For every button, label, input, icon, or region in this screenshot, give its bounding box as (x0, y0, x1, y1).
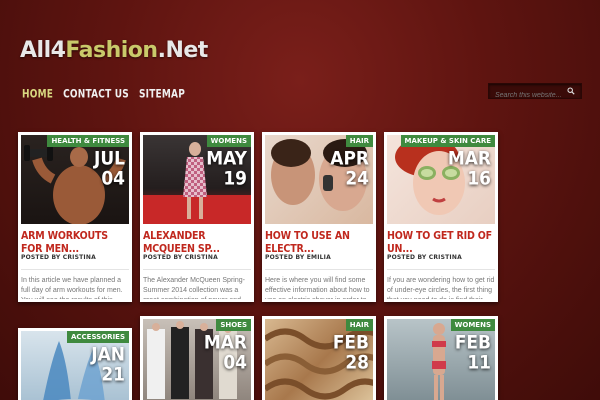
post-month: FEB (332, 332, 369, 354)
post-excerpt: The Alexander McQueen Spring-Summer 2014… (143, 269, 251, 299)
post-day: 21 (101, 364, 125, 386)
category-badge[interactable]: HAIR (345, 135, 373, 147)
post-title[interactable]: HOW TO USE AN ELECTR... (265, 230, 373, 255)
nav-item-sitemap[interactable]: SITEMAP (139, 89, 185, 102)
post-month: JUL (94, 148, 125, 170)
category-badge[interactable]: WOMENS (206, 135, 251, 147)
logo-text-part1: All4 (20, 38, 66, 63)
post-month: APR (330, 148, 369, 170)
post-day: 28 (345, 352, 369, 374)
post-title[interactable]: ALEXANDER MCQUEEN SP... (143, 230, 251, 255)
post-card[interactable]: WOMENS MAY 19 ALEXANDER MCQUEEN SP... PO… (140, 132, 254, 302)
main-nav: HOME CONTACT US SITEMAP (22, 89, 185, 102)
post-excerpt: Here is where you will find some effecti… (265, 269, 373, 299)
post-thumbnail[interactable]: HAIR FEB 28 (265, 319, 373, 400)
post-month: MAY (206, 148, 247, 170)
post-card[interactable]: ACCESSORIES JAN 21 (18, 328, 132, 400)
post-card[interactable]: MAKEUP & SKIN CARE MAR 16 HOW TO GET RID… (384, 132, 498, 302)
post-excerpt: If you are wondering how to get rid of u… (387, 269, 495, 299)
category-badge[interactable]: ACCESSORIES (66, 331, 129, 343)
category-badge[interactable]: HAIR (345, 319, 373, 331)
category-badge[interactable]: SHOES (216, 319, 251, 331)
nav-item-home[interactable]: HOME (22, 89, 53, 102)
post-thumbnail[interactable]: ACCESSORIES JAN 21 (21, 331, 129, 400)
post-month: JAN (91, 344, 125, 366)
logo-text-part2: Fashion (65, 38, 158, 63)
post-card[interactable]: HEALTH & FITNESS JUL 04 ARM WORKOUTS FOR… (18, 132, 132, 302)
post-thumbnail[interactable]: WOMENS MAY 19 (143, 135, 251, 224)
post-thumbnail[interactable]: HAIR APR 24 (265, 135, 373, 224)
search-input[interactable] (489, 88, 567, 103)
post-excerpt: In this article we have planned a full d… (21, 269, 129, 299)
post-day: 16 (467, 168, 491, 190)
site-logo[interactable]: All4Fashion.Net (20, 38, 208, 63)
logo-text-part3: .Net (157, 38, 209, 63)
post-month: MAR (447, 148, 491, 170)
post-card[interactable]: HAIR APR 24 HOW TO USE AN ELECTR... POST… (262, 132, 376, 302)
post-day: 11 (467, 352, 491, 374)
post-thumbnail[interactable]: HEALTH & FITNESS JUL 04 (21, 135, 129, 224)
post-title[interactable]: HOW TO GET RID OF UN... (387, 230, 495, 255)
post-month: FEB (454, 332, 491, 354)
post-title[interactable]: ARM WORKOUTS FOR MEN... (21, 230, 129, 255)
post-card[interactable]: WOMENS FEB 11 (384, 316, 498, 400)
post-month: MAR (203, 332, 247, 354)
post-thumbnail[interactable]: MAKEUP & SKIN CARE MAR 16 (387, 135, 495, 224)
post-card[interactable]: HAIR FEB 28 (262, 316, 376, 400)
search-icon[interactable] (567, 87, 575, 95)
post-card[interactable]: SHOES MAR 04 (140, 316, 254, 400)
search-box (488, 83, 582, 103)
category-badge[interactable]: MAKEUP & SKIN CARE (400, 135, 495, 147)
nav-item-contact-us[interactable]: CONTACT US (63, 89, 129, 102)
post-day: 04 (101, 168, 125, 190)
post-day: 04 (223, 352, 247, 374)
post-thumbnail[interactable]: WOMENS FEB 11 (387, 319, 495, 400)
category-badge[interactable]: WOMENS (450, 319, 495, 331)
post-day: 19 (223, 168, 247, 190)
category-badge[interactable]: HEALTH & FITNESS (47, 135, 129, 147)
post-thumbnail[interactable]: SHOES MAR 04 (143, 319, 251, 400)
post-day: 24 (345, 168, 369, 190)
